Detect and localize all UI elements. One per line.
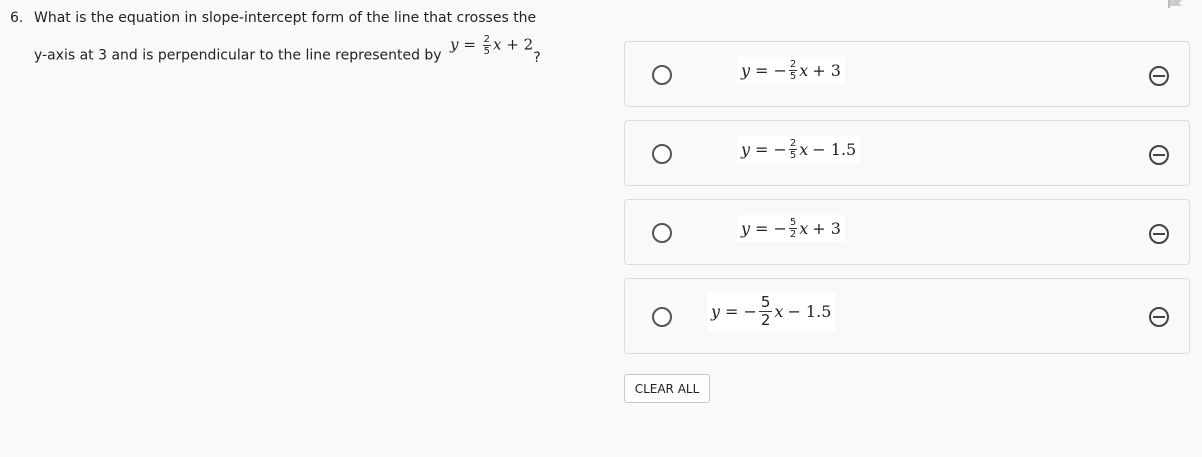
choice-d-equation: y = − 52 x − 1.5 [707, 292, 836, 331]
choice-a-equation: y = − 25 x + 3 [737, 57, 845, 84]
radio-button-b[interactable] [652, 144, 672, 164]
question-line-2: y-axis at 3 and is perpendicular to the … [34, 47, 442, 64]
choice-c-equation: y = − 52 x + 3 [737, 215, 845, 242]
answer-choice-c[interactable]: y = − 52 x + 3 [624, 199, 1190, 265]
radio-button-d[interactable] [652, 307, 672, 327]
question-number: 6. [10, 10, 24, 26]
answer-choice-a[interactable]: y = − 25 x + 3 [624, 41, 1190, 107]
radio-button-a[interactable] [652, 65, 672, 85]
clear-all-button[interactable]: CLEAR ALL [624, 374, 710, 403]
flag-icon[interactable] [1168, 0, 1182, 8]
inline-fraction: 2 5 [482, 34, 492, 57]
answer-choice-d[interactable]: y = − 52 x − 1.5 [624, 278, 1190, 354]
strike-through-icon[interactable] [1149, 224, 1169, 244]
question-mark: ? [533, 49, 541, 66]
strike-through-icon[interactable] [1149, 307, 1169, 327]
strike-through-icon[interactable] [1149, 145, 1169, 165]
question-line-1: What is the equation in slope-intercept … [34, 10, 537, 26]
radio-button-c[interactable] [652, 223, 672, 243]
question-text: 6. What is the equation in slope-intercep… [10, 8, 590, 67]
inline-equation: y = 2 5 x + 2 [450, 34, 534, 57]
answer-choice-b[interactable]: y = − 25 x − 1.5 [624, 120, 1190, 186]
choice-b-equation: y = − 25 x − 1.5 [737, 136, 861, 163]
strike-through-icon[interactable] [1149, 66, 1169, 86]
